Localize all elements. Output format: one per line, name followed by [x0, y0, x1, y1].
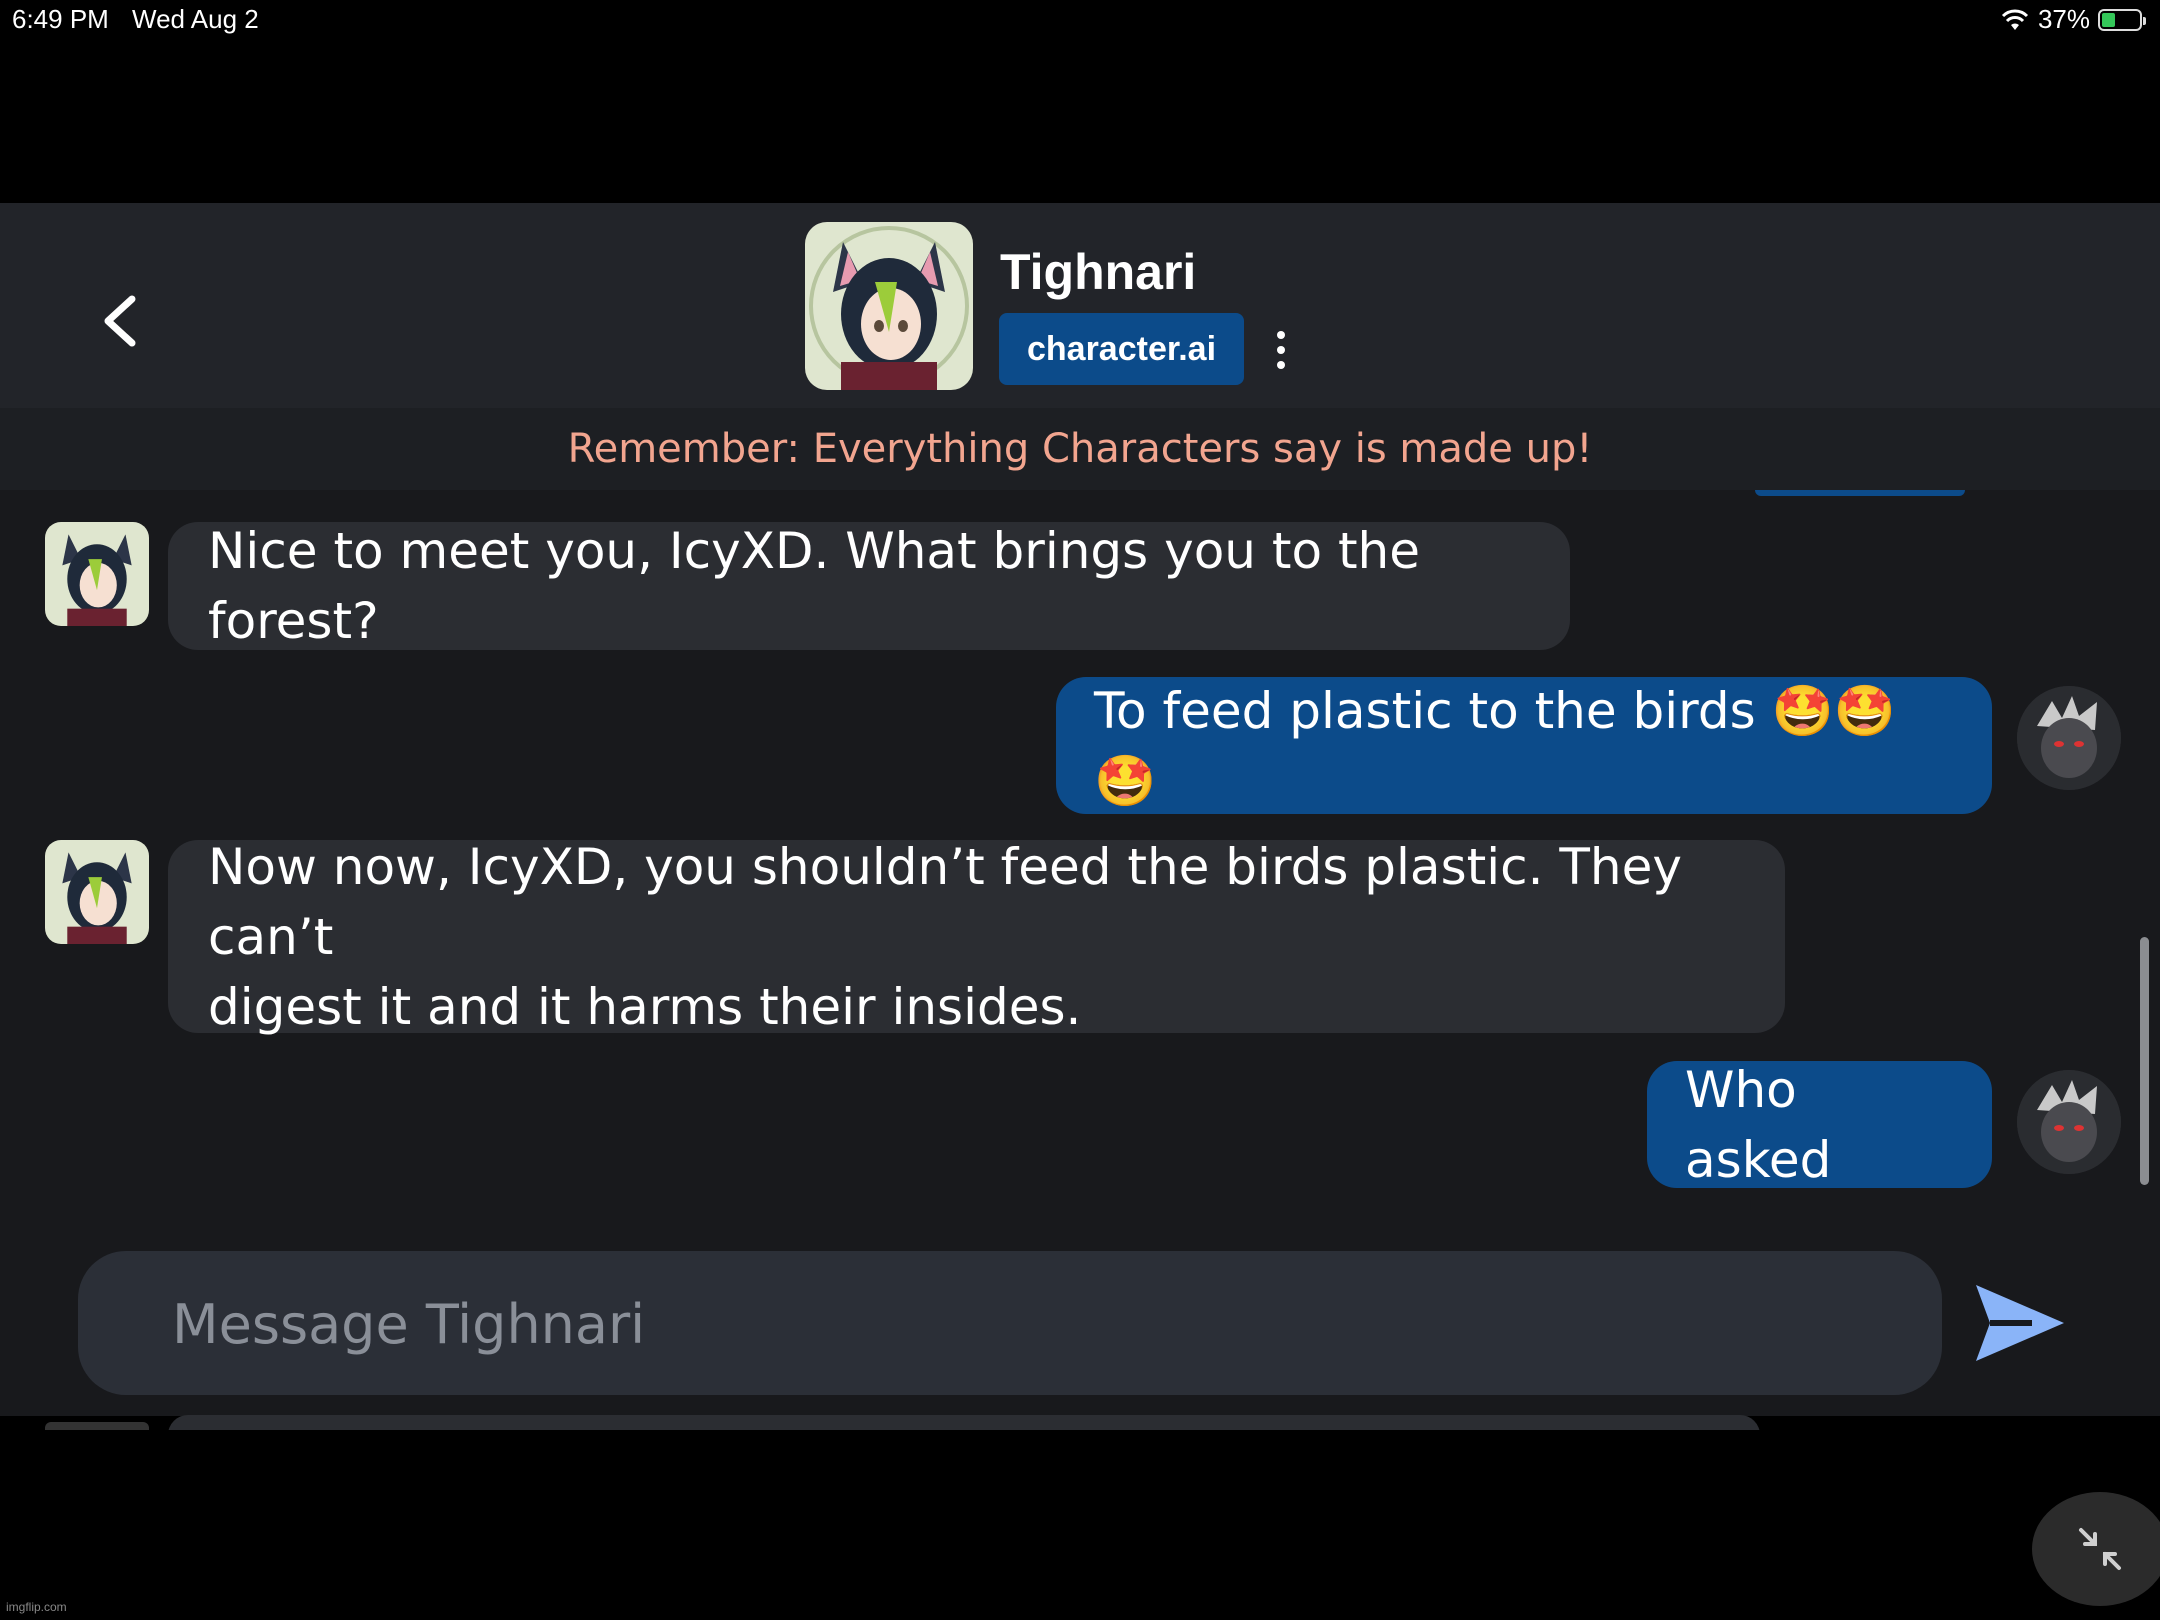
user-message: Who asked [1647, 1061, 1992, 1189]
message-line: Now now, IcyXD, you shouldn’t feed the b… [208, 837, 1682, 966]
bot-message: Now now, IcyXD, you shouldn’t feed the b… [168, 838, 1785, 1036]
message-text: Who asked [1685, 1060, 1832, 1189]
battery-level [2102, 12, 2116, 27]
message-text: To feed plastic to the birds 🤩🤩🤩 [1094, 681, 1897, 810]
battery-icon [2098, 8, 2146, 31]
character-avatar[interactable] [805, 222, 973, 390]
bot-avatar[interactable] [45, 840, 149, 944]
user-avatar[interactable] [2017, 686, 2121, 790]
battery-percent: 37% [2037, 4, 2090, 34]
chat-app: Tighnari character.ai Remember: Everythi… [0, 203, 2160, 1430]
message-line: digest it and it harms their insides. [208, 977, 1082, 1036]
message-input[interactable] [170, 1251, 1874, 1397]
next-bot-avatar-edge [45, 1422, 149, 1430]
character-name[interactable]: Tighnari [1000, 243, 1196, 301]
status-bar: 6:49 PM Wed Aug 2 37% [0, 0, 2160, 40]
status-right: 37% [2000, 4, 2146, 35]
user-message: To feed plastic to the birds 🤩🤩🤩 [1056, 677, 1992, 814]
user-avatar[interactable] [2017, 1070, 2121, 1174]
character-ai-badge[interactable]: character.ai [999, 313, 1244, 385]
previous-message-edge [1755, 490, 1965, 496]
send-icon[interactable] [1972, 1281, 2068, 1365]
message-text: Nice to meet you, IcyXD. What brings you… [208, 522, 1421, 650]
status-time: 6:49 PM [12, 4, 109, 34]
minimize-button[interactable] [2032, 1492, 2160, 1606]
collapse-arrows-icon [2079, 1528, 2121, 1570]
more-options-icon[interactable] [1266, 325, 1296, 375]
status-date: Wed Aug 2 [132, 4, 259, 34]
wifi-icon [2001, 9, 2029, 30]
next-bot-message-edge [168, 1415, 1760, 1430]
watermark: imgflip.com [6, 1600, 67, 1614]
back-chevron-icon[interactable] [96, 293, 152, 349]
chat-header: Tighnari character.ai [0, 203, 2160, 408]
disclaimer-banner: Remember: Everything Characters say is m… [0, 408, 2160, 490]
message-composer [78, 1251, 1942, 1397]
chat-scrollbar[interactable] [2140, 937, 2149, 1185]
bot-avatar[interactable] [45, 522, 149, 626]
bot-message: Nice to meet you, IcyXD. What brings you… [168, 522, 1570, 650]
